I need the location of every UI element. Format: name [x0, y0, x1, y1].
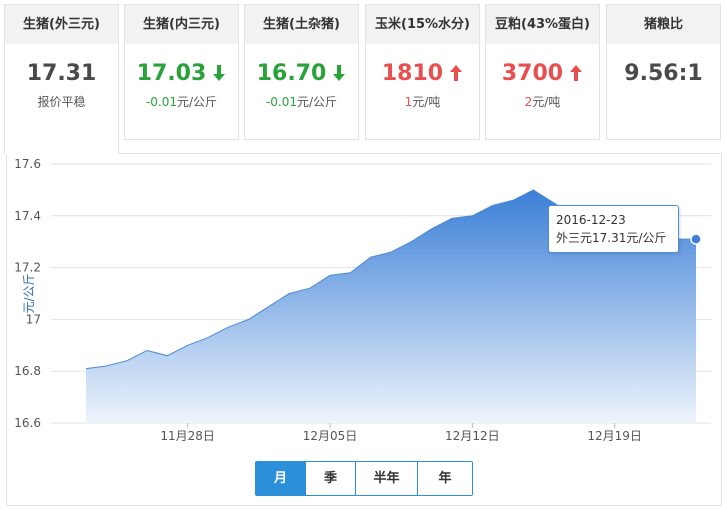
card-change: -0.01	[265, 95, 297, 109]
y-tick-label: 17.6	[14, 157, 41, 171]
card-unit: 元/吨	[532, 95, 561, 109]
y-axis-label: 元/公斤	[22, 273, 36, 313]
range-tab[interactable]: 半年	[356, 462, 418, 495]
x-tick-label: 12月05日	[303, 429, 358, 443]
price-card[interactable]: 生猪(外三元) 17.31 报价平稳	[4, 4, 119, 154]
card-unit: 元/公斤	[177, 95, 218, 109]
y-tick-label: 16.6	[14, 416, 41, 430]
arrow-down-icon	[212, 59, 226, 81]
price-card[interactable]: 生猪(土杂猪) 16.70 -0.01元/公斤	[244, 4, 359, 140]
card-unit: 元/吨	[412, 95, 441, 109]
card-title: 豆粕(43%蛋白)	[486, 5, 599, 44]
card-price: 17.31	[26, 61, 97, 86]
card-price: 3700	[501, 61, 564, 86]
range-tabs: 月季半年年	[255, 461, 473, 496]
tooltip-date: 2016-12-23	[556, 213, 626, 227]
range-tab[interactable]: 季	[306, 462, 356, 495]
card-price: 1810	[381, 61, 444, 86]
card-price: 9.56:1	[624, 61, 703, 86]
highlight-point[interactable]	[690, 233, 702, 245]
y-tick-label: 17.2	[14, 261, 41, 275]
price-cards: 生猪(外三元) 17.31 报价平稳 生猪(内三元) 17.03 -0.01元/公斤 生猪(…	[0, 0, 727, 154]
arrow-up-icon	[569, 59, 583, 81]
x-tick-label: 12月19日	[587, 429, 642, 443]
y-tick-label: 17.4	[14, 209, 41, 223]
range-tab[interactable]: 年	[418, 462, 472, 495]
arrow-up-icon	[449, 59, 463, 81]
card-price: 17.03	[136, 61, 207, 86]
price-card[interactable]: 玉米(15%水分) 1810 1元/吨	[365, 4, 480, 140]
range-tab[interactable]: 月	[256, 462, 306, 495]
price-card[interactable]: 猪粮比 9.56:1	[606, 4, 721, 140]
tooltip-value: 外三元17.31元/公斤	[556, 231, 667, 245]
card-unit: 报价平稳	[37, 95, 86, 109]
price-card[interactable]: 豆粕(43%蛋白) 3700 2元/吨	[485, 4, 600, 140]
chart-tooltip: 2016-12-23 外三元17.31元/公斤	[548, 205, 679, 253]
card-change: -0.01	[145, 95, 177, 109]
y-tick-label: 16.8	[14, 364, 41, 378]
x-tick-label: 11月28日	[160, 429, 215, 443]
card-title: 生猪(土杂猪)	[245, 5, 358, 44]
card-title: 生猪(内三元)	[125, 5, 238, 44]
card-title: 猪粮比	[607, 5, 720, 44]
card-title: 玉米(15%水分)	[366, 5, 479, 44]
card-price: 16.70	[256, 61, 327, 86]
price-card[interactable]: 生猪(内三元) 17.03 -0.01元/公斤	[124, 4, 239, 140]
card-unit: 元/公斤	[297, 95, 338, 109]
card-title: 生猪(外三元)	[5, 5, 118, 44]
x-tick-label: 12月12日	[445, 429, 500, 443]
arrow-down-icon	[332, 59, 346, 81]
